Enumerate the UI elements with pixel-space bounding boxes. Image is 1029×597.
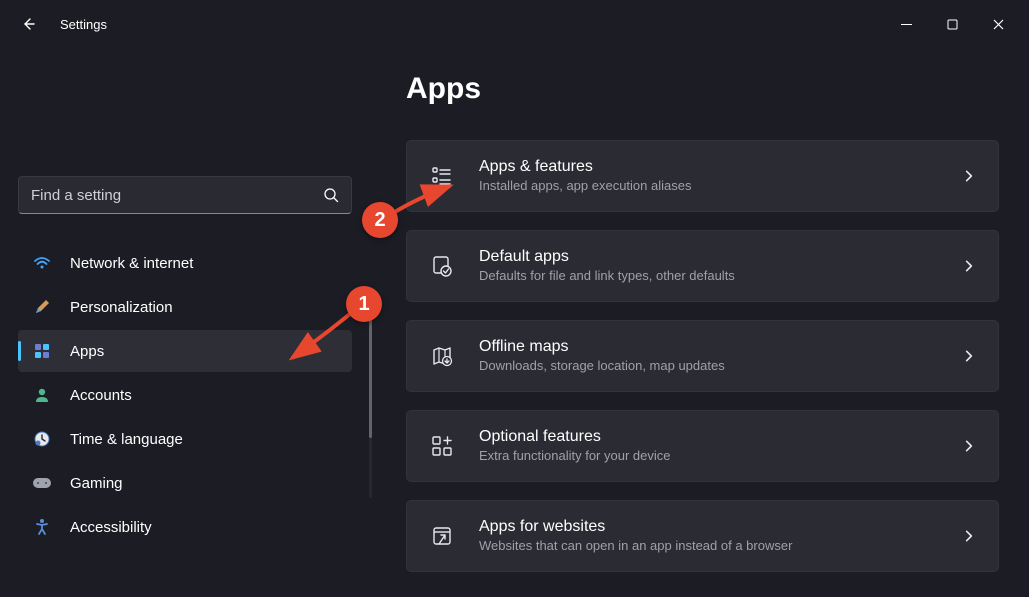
card-subtitle: Extra functionality for your device <box>479 447 962 465</box>
page-title: Apps <box>406 72 999 106</box>
wifi-icon <box>32 253 52 273</box>
card-text: Offline maps Downloads, storage location… <box>479 337 962 376</box>
web-window-icon <box>429 523 455 549</box>
chevron-right-icon <box>962 169 976 183</box>
card-subtitle: Downloads, storage location, map updates <box>479 357 962 375</box>
card-text: Default apps Defaults for file and link … <box>479 247 962 286</box>
accessibility-icon <box>32 517 52 537</box>
window-title: Settings <box>60 17 107 32</box>
clock-icon <box>32 429 52 449</box>
card-text: Apps & features Installed apps, app exec… <box>479 157 962 196</box>
card-text: Optional features Extra functionality fo… <box>479 427 962 466</box>
search-input[interactable] <box>31 187 323 204</box>
card-title: Offline maps <box>479 337 962 358</box>
card-title: Default apps <box>479 247 962 268</box>
sidebar-item-gaming[interactable]: Gaming <box>18 462 352 504</box>
list-icon <box>429 163 455 189</box>
search-icon <box>323 187 339 203</box>
card-title: Optional features <box>479 427 962 448</box>
chevron-right-icon <box>962 259 976 273</box>
sidebar-item-network[interactable]: Network & internet <box>18 242 352 284</box>
card-apps-websites[interactable]: Apps for websites Websites that can open… <box>406 500 999 572</box>
gamepad-icon <box>32 473 52 493</box>
map-icon <box>429 343 455 369</box>
brush-icon <box>32 297 52 317</box>
maximize-button[interactable] <box>929 8 975 40</box>
card-subtitle: Websites that can open in an app instead… <box>479 537 962 555</box>
sidebar-item-accessibility[interactable]: Accessibility <box>18 506 352 548</box>
sidebar-item-personalization[interactable]: Personalization <box>18 286 352 328</box>
sidebar-item-label: Accessibility <box>70 519 152 536</box>
card-title: Apps & features <box>479 157 962 178</box>
back-button[interactable] <box>8 4 48 44</box>
main: Apps Apps & features Installed apps, app… <box>370 48 1029 597</box>
card-subtitle: Defaults for file and link types, other … <box>479 267 962 285</box>
sidebar-item-label: Accounts <box>70 387 132 404</box>
scrollbar[interactable] <box>369 288 372 498</box>
chevron-right-icon <box>962 349 976 363</box>
sidebar-item-label: Personalization <box>70 299 173 316</box>
close-icon <box>993 19 1004 30</box>
card-text: Apps for websites Websites that can open… <box>479 517 962 556</box>
sidebar-item-time-language[interactable]: Time & language <box>18 418 352 460</box>
chevron-right-icon <box>962 529 976 543</box>
sidebar-item-label: Gaming <box>70 475 123 492</box>
card-offline-maps[interactable]: Offline maps Downloads, storage location… <box>406 320 999 392</box>
arrow-left-icon <box>20 16 36 32</box>
close-button[interactable] <box>975 8 1021 40</box>
search-box[interactable] <box>18 176 352 214</box>
card-apps-features[interactable]: Apps & features Installed apps, app exec… <box>406 140 999 212</box>
sidebar-item-label: Time & language <box>70 431 183 448</box>
maximize-icon <box>947 19 958 30</box>
sidebar-item-apps[interactable]: Apps <box>18 330 352 372</box>
apps-icon <box>32 341 52 361</box>
nav-list: Network & internet Personalization Apps … <box>18 242 352 548</box>
window-controls <box>883 8 1021 40</box>
minimize-icon <box>901 19 912 30</box>
sidebar-item-accounts[interactable]: Accounts <box>18 374 352 416</box>
plus-grid-icon <box>429 433 455 459</box>
person-icon <box>32 385 52 405</box>
minimize-button[interactable] <box>883 8 929 40</box>
sidebar-item-label: Apps <box>70 343 104 360</box>
card-default-apps[interactable]: Default apps Defaults for file and link … <box>406 230 999 302</box>
card-optional-features[interactable]: Optional features Extra functionality fo… <box>406 410 999 482</box>
default-icon <box>429 253 455 279</box>
card-subtitle: Installed apps, app execution aliases <box>479 177 962 195</box>
sidebar-item-label: Network & internet <box>70 255 193 272</box>
titlebar: Settings <box>0 0 1029 48</box>
card-list: Apps & features Installed apps, app exec… <box>406 140 999 586</box>
content: Network & internet Personalization Apps … <box>0 48 1029 597</box>
card-title: Apps for websites <box>479 517 962 538</box>
sidebar: Network & internet Personalization Apps … <box>0 48 370 597</box>
chevron-right-icon <box>962 439 976 453</box>
